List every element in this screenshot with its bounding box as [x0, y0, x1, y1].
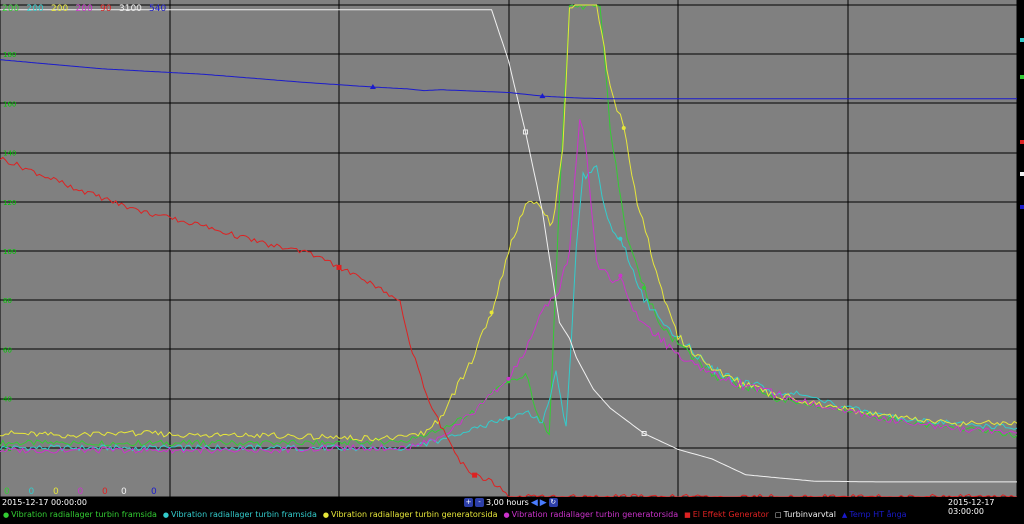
legend-marker-icon: ■	[684, 510, 691, 519]
time-span-label: 3,00 hours	[486, 498, 529, 507]
legend-label: Turbinvarvtal	[783, 510, 836, 519]
legend: ● Vibration radiallager turbin framsida ● V…	[3, 510, 907, 519]
legend-item[interactable]: ▲ Temp HT ånga	[842, 510, 907, 519]
y-tick-label: 80	[3, 297, 12, 305]
axis-min-label: 0	[121, 487, 127, 497]
series-marker	[506, 416, 511, 421]
legend-marker-icon: ●	[3, 510, 10, 519]
footer-bar: 2015-12-17 00:00:00 + - 3,00 hours ◀ ▶ ↻…	[0, 497, 1024, 524]
y-tick-label: 100	[3, 248, 16, 256]
previous-period-button[interactable]: ◀	[531, 498, 538, 508]
zoom-out-button[interactable]: -	[475, 498, 484, 507]
series-marker	[506, 376, 511, 381]
axis-max-label: 3100	[119, 4, 142, 14]
legend-label: Vibration radiallager turbin framsida	[171, 510, 317, 519]
legend-label: Vibration radiallager turbin generatorsi…	[330, 510, 498, 519]
legend-label: Vibration radiallager turbin generatorsi…	[511, 510, 679, 519]
y-tick-label: 140	[3, 150, 16, 158]
axis-min-label: 0	[77, 487, 84, 497]
legend-label: El Effekt Generator	[692, 510, 769, 519]
legend-item[interactable]: ● Vibration radiallager turbin generators…	[323, 510, 498, 519]
right-axis-strip	[1017, 0, 1024, 497]
legend-marker-icon: □	[774, 510, 782, 519]
legend-item[interactable]: ■ El Effekt Generator	[684, 510, 769, 519]
end-time: 2015-12-17 03:00:00	[948, 498, 995, 516]
axis-max-label: 200	[51, 4, 69, 14]
legend-label: Vibration radiallager turbin framsida	[11, 510, 157, 519]
legend-item[interactable]: ● Vibration radiallager turbin framsida	[3, 510, 157, 519]
next-period-button[interactable]: ▶	[540, 498, 547, 508]
axis-max-label: 200	[2, 4, 20, 14]
y-tick-label: 120	[3, 199, 16, 207]
axis-max-label: 540	[149, 4, 167, 14]
axis-max-label: 90	[100, 4, 112, 14]
time-navigation: + - 3,00 hours ◀ ▶ ↻	[464, 497, 558, 508]
zoom-in-button[interactable]: +	[464, 498, 473, 507]
axis-min-label: 0	[28, 487, 35, 497]
right-axis-marker	[1020, 172, 1024, 176]
axis-max-label: 200	[26, 4, 44, 14]
legend-item[interactable]: ● Vibration radiallager turbin framsida	[163, 510, 317, 519]
legend-item[interactable]: □ Turbinvarvtal	[775, 510, 836, 519]
legend-marker-icon: ●	[322, 510, 329, 519]
right-axis-marker	[1020, 140, 1024, 144]
series-marker	[489, 310, 494, 315]
start-time: 2015-12-17 00:00:00	[2, 498, 87, 507]
series-marker	[618, 273, 623, 278]
legend-label: Temp HT ånga	[849, 510, 907, 519]
y-tick-label: 160	[3, 100, 16, 108]
refresh-button[interactable]: ↻	[548, 498, 558, 507]
axis-min-label: 0	[102, 487, 108, 497]
legend-marker-icon: ▲	[841, 510, 848, 519]
axis-min-label: 0	[53, 487, 59, 497]
y-tick-label: 40	[3, 396, 12, 404]
right-axis-marker	[1020, 205, 1024, 209]
legend-marker-icon: ●	[503, 510, 510, 519]
axis-max-label: 200	[75, 4, 93, 14]
y-tick-label: 60	[3, 346, 12, 354]
y-tick-label: 180	[3, 51, 16, 59]
series-marker	[336, 264, 342, 270]
right-axis-marker	[1020, 38, 1024, 42]
series-marker	[621, 126, 626, 130]
axis-min-label: 0	[4, 487, 10, 497]
chart-plot-area: 18016014012010080604020	[0, 0, 1024, 497]
series-marker	[642, 285, 647, 290]
series-marker	[618, 236, 623, 241]
axis-min-label: 0	[151, 487, 157, 497]
series-marker	[472, 472, 478, 478]
right-axis-marker	[1020, 75, 1024, 79]
legend-item[interactable]: ● Vibration radiallager turbin generators…	[503, 510, 678, 519]
legend-marker-icon: ●	[162, 510, 170, 519]
